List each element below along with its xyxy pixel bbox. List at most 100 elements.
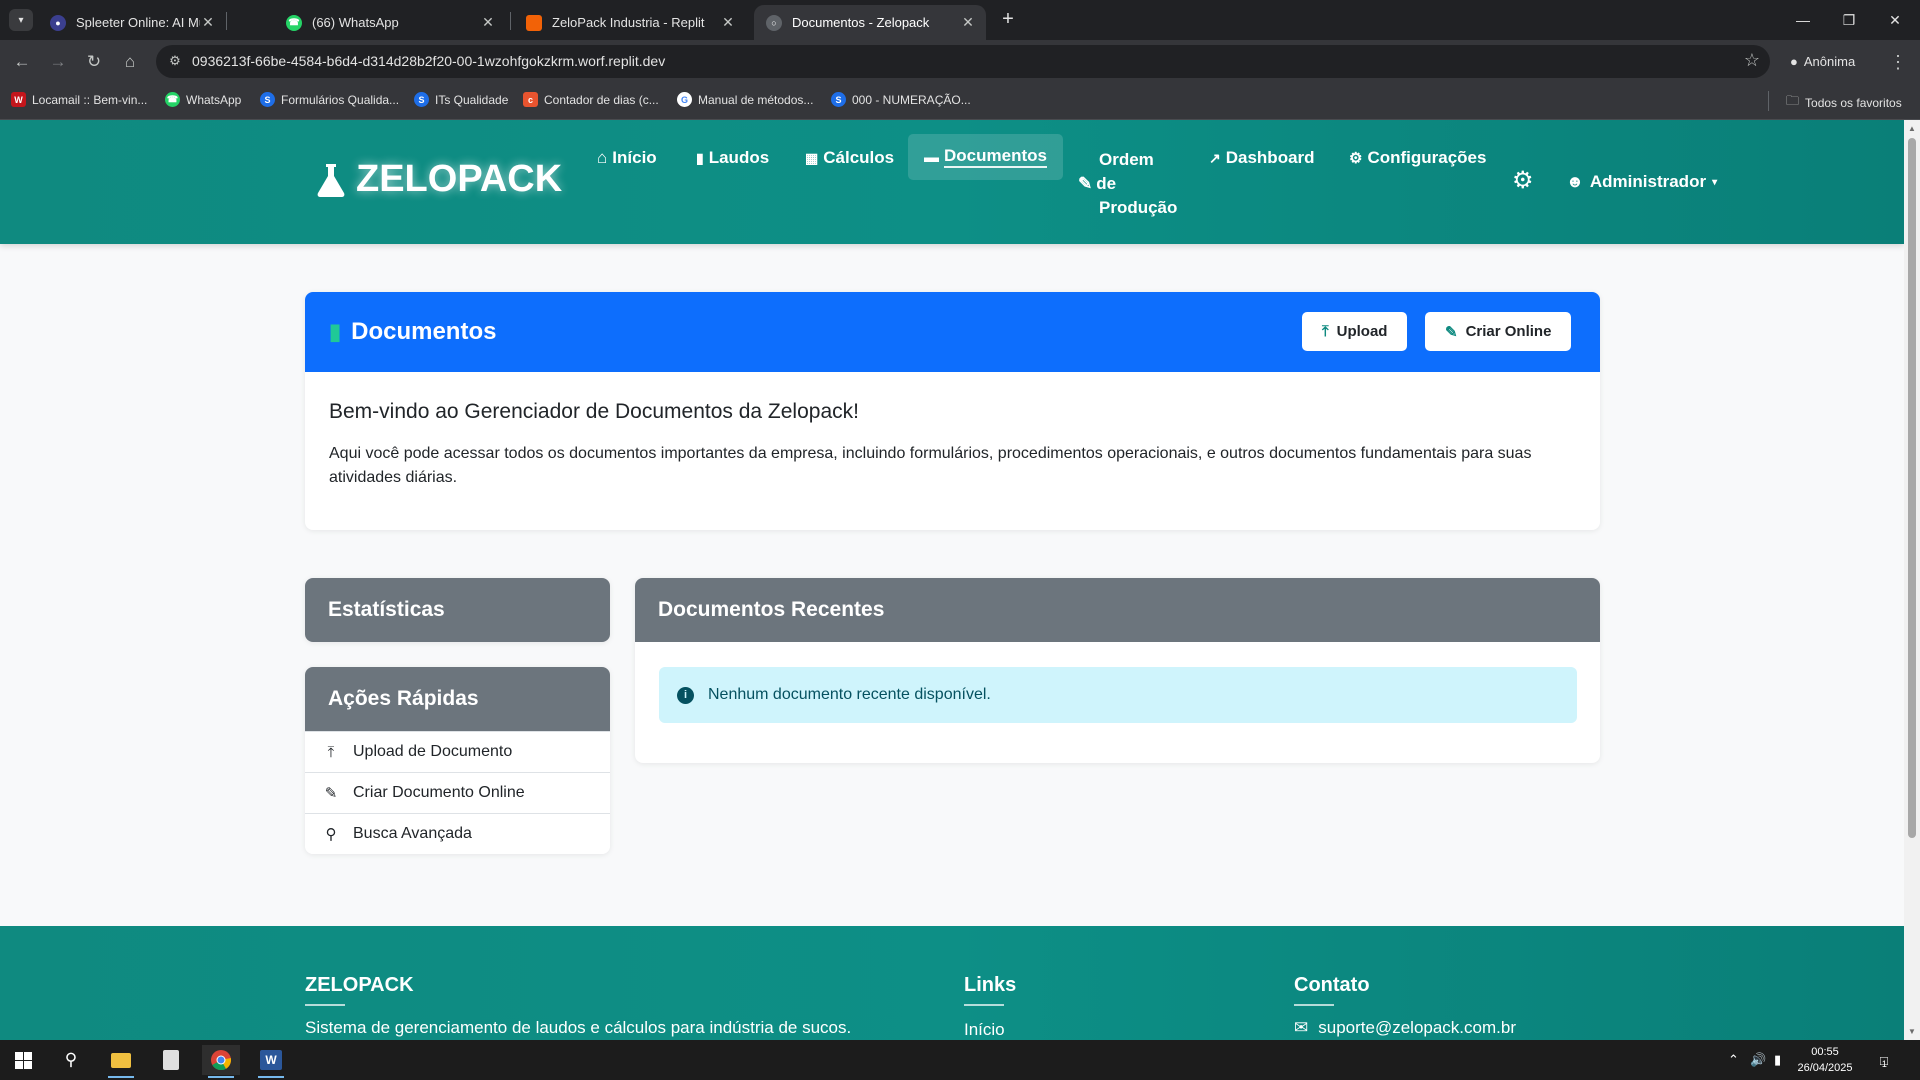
bookmark-item[interactable]: ☎ WhatsApp [165,92,241,107]
close-tab-icon[interactable]: ✕ [480,14,496,31]
quick-actions-card: Ações Rápidas ⤒ Upload de Documento ✎ Cr… [305,667,610,854]
quick-action-upload[interactable]: ⤒ Upload de Documento [305,731,610,772]
upload-button-label: Upload [1336,323,1388,340]
incognito-profile-button[interactable]: ● Anônima [1780,46,1865,76]
browser-tab[interactable]: ☎ (66) WhatsApp ✕ [274,5,506,40]
nav-documentos[interactable]: ▬ Documentos [908,134,1063,180]
quick-action-search[interactable]: ⚲ Busca Avançada [305,813,610,854]
user-name: Administrador [1589,172,1707,191]
new-tab-button[interactable]: + [996,8,1020,32]
upload-button[interactable]: ⤒ Upload [1302,312,1408,351]
arrow-right-icon: → [49,52,67,71]
nav-laudos[interactable]: ▮ Laudos [696,148,769,168]
scrollbar-thumb[interactable] [1908,138,1916,838]
chrome-menu-button[interactable]: ⋮ [1886,48,1910,76]
reload-button[interactable]: ↻ [80,48,108,76]
chevron-down-icon: ▾ [18,14,24,26]
chrome-icon [211,1050,232,1071]
browser-tab[interactable]: ● Spleeter Online: AI Music Sourc ✕ [38,5,226,40]
browser-tab[interactable]: ZeloPack Industria - Replit ✕ [514,5,746,40]
close-tab-icon[interactable]: ✕ [960,14,976,31]
calendar-icon: c [523,92,538,107]
minimize-button[interactable]: — [1780,0,1826,40]
footer-email-text: suporte@zelopack.com.br [1318,1018,1516,1037]
incognito-icon: ● [1790,53,1798,69]
page-title: ▮ Documentos [329,318,496,346]
page-title-text: Documentos [351,318,497,345]
quick-action-label: Criar Documento Online [353,784,525,801]
browser-tab-active[interactable]: ○ Documentos - Zelopack ✕ [754,5,986,40]
scroll-up-icon[interactable]: ▲ [1908,124,1916,133]
home-icon: ⌂ [597,148,608,167]
all-bookmarks-button[interactable]: 🗀 Todos os favoritos [1786,92,1902,114]
footer-link-inicio[interactable]: Início [964,1020,1005,1040]
spleeter-favicon-icon: ● [50,14,66,31]
home-button[interactable]: ⌂ [116,48,144,76]
bookmark-item[interactable]: c Contador de dias (c... [523,92,659,107]
edit-icon: ✎ [1078,174,1093,193]
tab-search-button[interactable]: ▾ [9,9,33,31]
bookmark-label: Formulários Qualida... [281,92,400,107]
edit-icon: ✎ [1445,323,1458,341]
brand-logo[interactable]: ZELOPACK [316,158,562,201]
reload-icon: ↻ [86,52,102,71]
envelope-icon: ✉ [1294,1018,1309,1037]
bookmark-label: ITs Qualidade [435,92,509,107]
system-clock[interactable]: 00:55 26/04/2025 [1790,1044,1860,1076]
nav-inicio[interactable]: ⌂ Início [597,148,657,168]
page-scrollbar[interactable]: ▲ ▼ [1904,120,1920,1040]
url-text[interactable]: 0936213f-66be-4584-b6d4-d314d28b2f20-00-… [192,53,665,69]
nav-label-line: de [1096,174,1117,193]
file-explorer-button[interactable] [102,1045,140,1078]
forward-button[interactable]: → [44,48,72,76]
search-icon: ⚲ [64,1050,78,1069]
restore-button[interactable]: ❐ [1826,0,1872,40]
nav-ordem-producao[interactable]: Ordem ✎ de Produção [1078,148,1177,220]
nav-configuracoes[interactable]: ⚙ Configurações [1349,148,1486,168]
theme-toggle-icon[interactable]: ⚙ [1512,166,1534,195]
bookmark-item[interactable]: S Formulários Qualida... [260,92,399,107]
nav-label: Dashboard [1225,148,1315,167]
battery-icon[interactable]: ▮ [1774,1040,1781,1080]
create-online-button[interactable]: ✎ Criar Online [1425,312,1572,351]
bookmark-item[interactable]: G Manual de métodos... [677,92,813,107]
bookmark-label: Manual de métodos... [698,92,814,107]
word-icon: W [260,1050,282,1070]
bookmark-item[interactable]: S 000 - NUMERAÇÃO... [831,92,971,107]
bookmark-item[interactable]: S ITs Qualidade [414,92,508,107]
search-button[interactable]: ⚲ [52,1045,90,1075]
create-online-label: Criar Online [1465,323,1552,340]
empty-recent-message: Nenhum documento recente disponível. [708,686,991,703]
scroll-down-icon[interactable]: ▼ [1908,1027,1916,1036]
recent-documents-title: Documentos Recentes [635,578,1600,642]
bookmark-item[interactable]: W Locamail :: Bem-vin... [11,92,147,107]
word-button[interactable]: W [252,1045,290,1078]
nav-calculos[interactable]: ▦ Cálculos [805,148,894,168]
chrome-button[interactable] [202,1045,240,1078]
user-menu-dropdown[interactable]: ☻ Administrador ▾ [1566,172,1717,192]
back-button[interactable]: ← [8,48,36,76]
volume-icon[interactable]: 🔊 [1750,1040,1766,1080]
close-tab-icon[interactable]: ✕ [200,14,216,31]
caret-down-icon: ▾ [1712,176,1718,188]
site-info-icon[interactable]: ⚙ [166,52,184,70]
bookmark-star-icon[interactable]: ☆ [1744,50,1760,71]
browser-toolbar: ← → ↻ ⌂ ⚙ 0936213f-66be-4584-b6d4-d314d2… [0,40,1920,83]
address-bar[interactable]: ⚙ 0936213f-66be-4584-b6d4-d314d28b2f20-0… [156,45,1770,78]
notifications-button[interactable]: □ 1 [1880,1040,1888,1080]
quick-action-create[interactable]: ✎ Criar Documento Online [305,772,610,813]
start-button[interactable] [4,1045,42,1075]
windows-logo-icon [14,1051,32,1069]
replit-favicon-icon [526,14,542,31]
tray-chevron-icon[interactable]: ⌃ [1728,1040,1739,1080]
search-icon: ⚲ [325,826,337,843]
nav-label-line: Ordem [1099,150,1154,169]
close-window-button[interactable]: ✕ [1872,0,1918,40]
footer-email[interactable]: ✉ suporte@zelopack.com.br [1294,1018,1516,1038]
stats-title: Estatísticas [305,578,610,642]
brand-name: ZELOPACK [356,158,563,200]
app-navbar: ZELOPACK ⌂ Início ▮ Laudos ▦ Cálculos ▬ … [0,120,1904,244]
calculator-button[interactable] [152,1045,190,1075]
nav-dashboard[interactable]: ↗ Dashboard [1209,148,1315,168]
close-tab-icon[interactable]: ✕ [720,14,736,31]
